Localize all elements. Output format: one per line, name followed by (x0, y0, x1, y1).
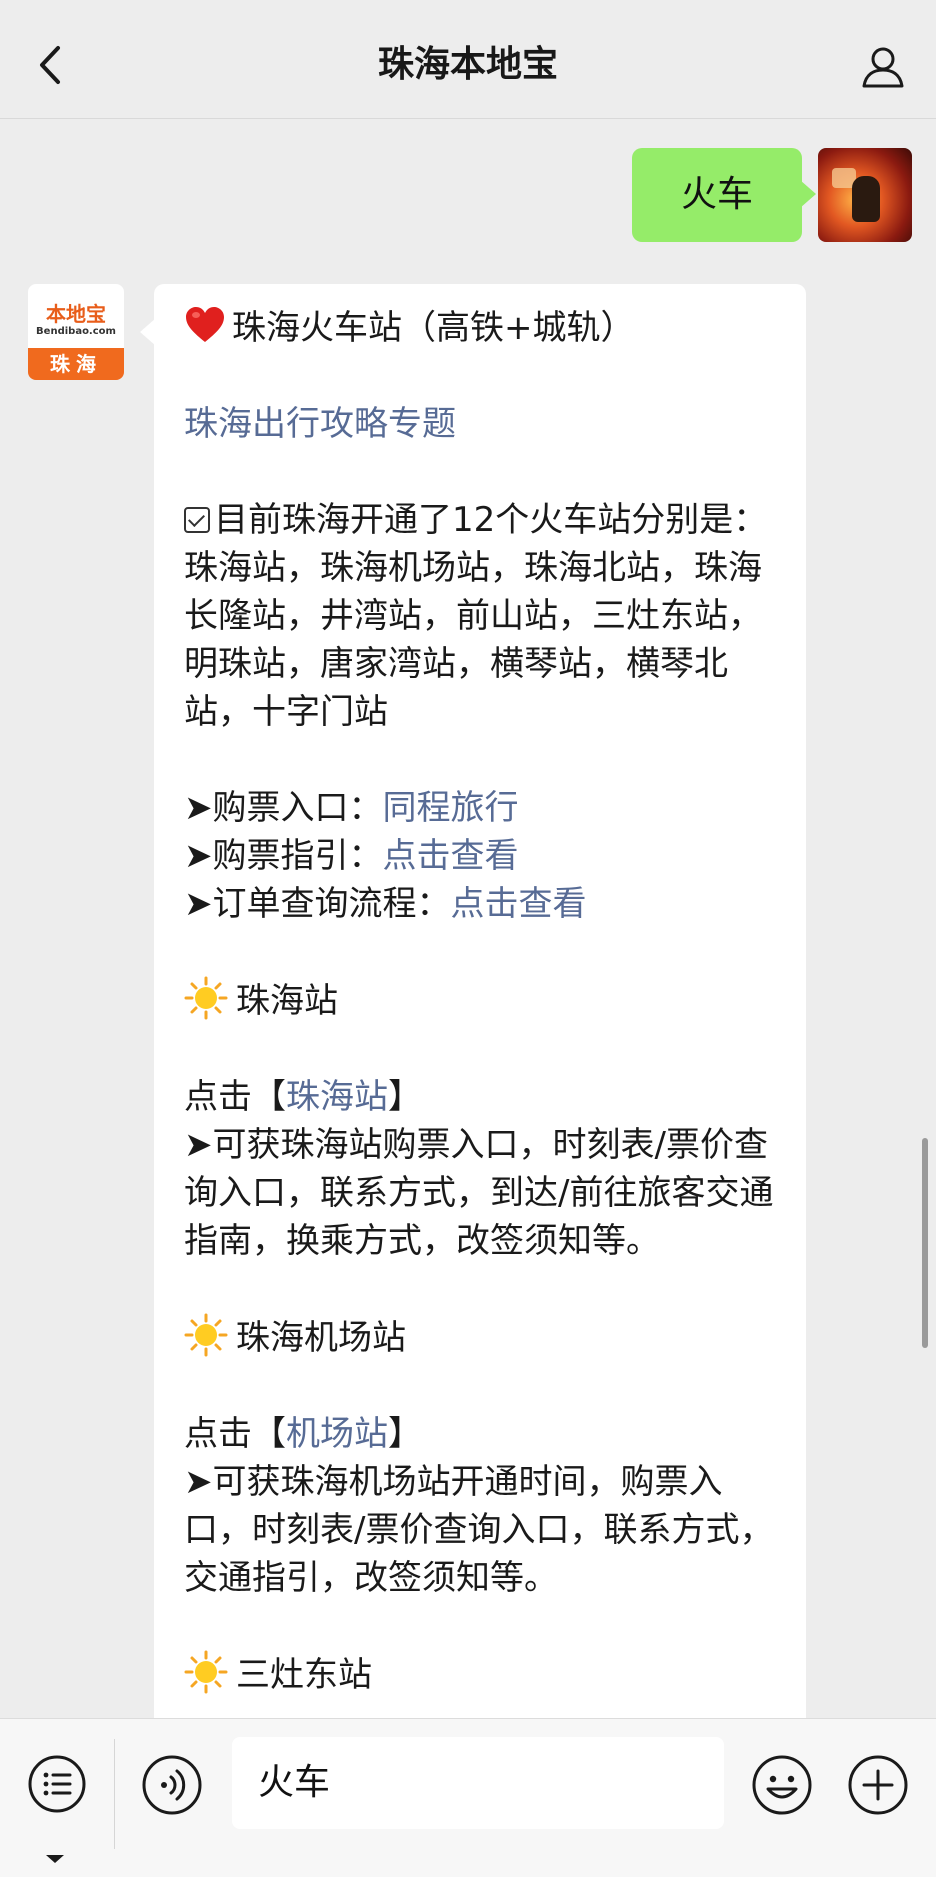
section1-title-line: 珠海站 (184, 976, 784, 1025)
scrollbar[interactable] (922, 1138, 928, 1348)
sun-icon (184, 1650, 228, 1694)
section1-title: 珠海站 (236, 981, 338, 1021)
section2-station-link[interactable]: 机场站 (286, 1414, 388, 1454)
section1-desc: ➤可获珠海站购票入口，时刻表/票价查询入口，联系方式，到达/前往旅客交通指南，换… (184, 1125, 774, 1261)
section1-click-line: 点击【珠海站】 (184, 1073, 784, 1121)
more-button[interactable] (846, 1753, 910, 1817)
headline-text: 珠海火车站（高铁+城轨） (232, 308, 635, 348)
profile-button[interactable] (858, 42, 908, 92)
voice-icon (142, 1755, 202, 1815)
navigation-bar: 珠海本地宝 (0, 0, 936, 119)
intro-paragraph: 目前珠海开通了12个火车站分别是：珠海站，珠海机场站，珠海北站，珠海长隆站，井湾… (184, 496, 784, 736)
section2-desc: ➤可获珠海机场站开通时间，购票入口，时刻表/票价查询入口，联系方式，交通指引，改… (184, 1462, 774, 1598)
section3-title: 三灶东站 (236, 1655, 372, 1695)
divider (114, 1739, 115, 1849)
order-query-label: ➤订单查询流程： (184, 884, 451, 924)
order-query-link[interactable]: 点击查看 (451, 884, 587, 924)
section2-click-suffix: 】 (388, 1414, 422, 1454)
sun-icon (184, 1313, 228, 1357)
user-message-bubble[interactable]: 火车 (632, 148, 816, 242)
bot-avatar[interactable]: 本地宝 Bendibao.com 珠海 (28, 284, 124, 380)
section3-title-line: 三灶东站 (184, 1650, 784, 1699)
plus-icon (848, 1755, 908, 1815)
checkbox-icon (184, 507, 210, 533)
bot-avatar-sub: Bendibao.com (36, 326, 116, 337)
person-icon (862, 47, 904, 88)
section2-click-prefix: 点击【 (184, 1414, 286, 1454)
smiley-icon (752, 1755, 812, 1815)
section2-title-line: 珠海机场站 (184, 1313, 784, 1362)
section2-title: 珠海机场站 (236, 1318, 406, 1358)
ticket-entry-label: ➤购票入口： (184, 788, 383, 828)
topic-link[interactable]: 珠海出行攻略专题 (184, 400, 784, 448)
message-input[interactable]: 火车 (232, 1737, 724, 1829)
bot-avatar-city: 珠海 (28, 348, 124, 380)
ticket-guide-label: ➤购票指引： (184, 836, 383, 876)
headline-line: 珠海火车站（高铁+城轨） (184, 304, 784, 352)
section1-click-suffix: 】 (388, 1077, 422, 1117)
heart-icon (186, 307, 224, 342)
bot-message-bubble[interactable]: 珠海火车站（高铁+城轨） 珠海出行攻略专题 目前珠海开通了12个火车站分别是：珠… (140, 284, 806, 1744)
menu-button[interactable] (26, 1753, 88, 1815)
bot-avatar-logo: 本地宝 (46, 302, 106, 326)
user-avatar[interactable] (818, 148, 912, 242)
avatar-figure (852, 176, 880, 222)
order-query-line: ➤订单查询流程：点击查看 (184, 880, 784, 928)
input-toolbar: 火车 (0, 1718, 936, 1877)
bot-message-content: 珠海火车站（高铁+城轨） 珠海出行攻略专题 目前珠海开通了12个火车站分别是：珠… (184, 304, 784, 1699)
ticket-entry-link[interactable]: 同程旅行 (383, 788, 519, 828)
section1-station-link[interactable]: 珠海站 (286, 1077, 388, 1117)
sun-icon (184, 976, 228, 1020)
ticket-entry-line: ➤购票入口：同程旅行 (184, 784, 784, 832)
message-input-value: 火车 (258, 1762, 331, 1803)
section1-click-prefix: 点击【 (184, 1077, 286, 1117)
ticket-guide-link[interactable]: 点击查看 (383, 836, 519, 876)
list-menu-icon (28, 1755, 86, 1813)
section2-click-line: 点击【机场站】 (184, 1410, 784, 1458)
ticket-guide-line: ➤购票指引：点击查看 (184, 832, 784, 880)
page-title: 珠海本地宝 (377, 44, 558, 85)
voice-button[interactable] (140, 1753, 204, 1817)
caret-down-icon (46, 1855, 64, 1863)
emoji-button[interactable] (750, 1753, 814, 1817)
intro-text: 目前珠海开通了12个火车站分别是：珠海站，珠海机场站，珠海北站，珠海长隆站，井湾… (184, 500, 768, 732)
